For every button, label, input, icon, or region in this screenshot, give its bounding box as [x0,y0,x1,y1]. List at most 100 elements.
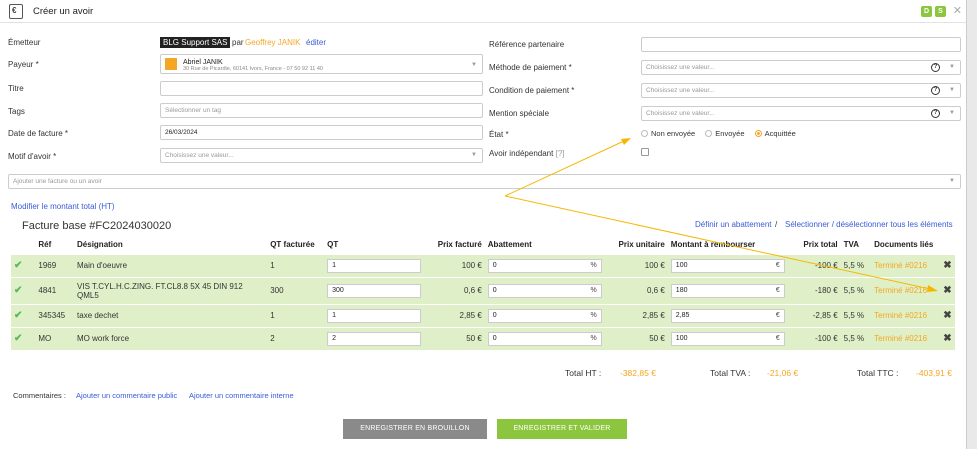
abattement-input[interactable]: 0% [487,283,602,298]
toggle-select-all-link[interactable]: Sélectionner / désélectionner tous les é… [785,220,953,229]
credit-note-icon [9,3,23,19]
independant-checkbox[interactable] [641,148,649,156]
col-qt: QT [324,236,426,254]
reference-label: Référence partenaire [489,40,565,49]
cell-delete[interactable]: ✖ [940,326,955,350]
total-ht-value: -382,85 € [620,368,656,378]
cell-montant: 2,85 € [667,303,790,327]
cell-prix-total: -180 € [789,276,841,304]
help-icon[interactable]: ? [931,109,940,118]
cell-delete[interactable]: ✖ [940,253,955,277]
radio-selected-icon [754,130,762,137]
montant-input[interactable]: 100 € [670,258,785,273]
add-public-comment-link[interactable]: Ajouter un commentaire public [76,391,177,400]
cell-qt-facturee: 1 [267,303,325,327]
mention-label: Mention spéciale [489,109,550,118]
titre-label: Titre [8,84,24,93]
radio-icon [641,130,648,137]
abattement-input[interactable]: 0% [487,258,602,273]
cell-tva: 5,5 % [840,326,872,350]
row-check[interactable]: ✔ [11,326,36,350]
methode-select[interactable]: Choisissez une valeur... ? ▼ [641,60,961,75]
edit-emetteur-link[interactable]: éditer [306,38,326,47]
add-invoice-select[interactable]: Ajouter une facture ou un avoir ▼ [8,174,961,189]
qt-input[interactable]: 2 [327,331,422,346]
col-montant: Montant à rembourser [667,236,790,254]
montant-input[interactable]: 180 € [670,283,785,298]
cell-designation: Main d'oeuvre [74,253,268,277]
montant-input[interactable]: 2,85 € [670,308,785,323]
invoice-lines-table: Réf Désignation QT facturée QT Prix fact… [11,236,955,350]
save-validate-button[interactable]: ENREGISTRER ET VALIDER [497,419,627,439]
cell-prix-total: -2,85 € [789,303,841,327]
delete-icon: ✖ [943,285,952,296]
cell-tva: 5,5 % [840,253,872,277]
emetteur-user-link[interactable]: Geoffrey JANIK [245,38,300,47]
check-icon: ✔ [14,285,23,296]
delete-icon: ✖ [943,310,952,321]
cell-qt-facturee: 2 [267,326,325,350]
table-row[interactable]: ✔ 1969 Main d'oeuvre 1 1 100 € 0% 100 € … [11,253,955,277]
reference-input[interactable] [641,37,961,52]
row-check[interactable]: ✔ [11,303,36,327]
tags-label: Tags [8,107,25,116]
badge-s[interactable]: S [935,6,946,17]
check-icon: ✔ [14,310,23,321]
tags-input[interactable]: Sélectionner un tag [160,103,483,118]
save-draft-button[interactable]: ENREGISTRER EN BROUILLON [343,419,487,439]
abattement-input[interactable]: 0% [487,331,602,346]
row-check[interactable]: ✔ [11,276,36,304]
qt-input[interactable]: 1 [327,308,422,323]
table-row[interactable]: ✔ MO MO work force 2 2 50 € 0% 50 € 100 €… [11,326,955,350]
cell-qt: 1 [324,303,426,327]
modify-total-link[interactable]: Modifier le montant total (HT) [11,202,115,211]
cell-document-link[interactable]: Terminé #0216 [871,303,941,327]
total-tva-value: -21,06 € [767,368,799,378]
cell-document-link[interactable]: Terminé #0216 [871,253,941,277]
help-icon[interactable]: ? [931,86,940,95]
col-prix-total: Prix total [789,236,841,254]
radio-envoyee[interactable]: Envoyée [705,129,744,138]
add-internal-comment-link[interactable]: Ajouter un commentaire interne [189,391,294,400]
independant-label: Avoir indépendant [?] [489,149,565,158]
cell-montant: 180 € [667,276,790,304]
badge-d[interactable]: D [921,6,932,17]
table-row[interactable]: ✔ 345345 taxe dechet 1 1 2,85 € 0% 2,85 … [11,303,955,327]
row-check[interactable]: ✔ [11,253,36,277]
cell-montant: 100 € [667,326,790,350]
cell-delete[interactable]: ✖ [940,276,955,304]
chevron-down-icon: ▼ [471,62,477,68]
table-row[interactable]: ✔ 4841 VIS T.CYL.H.C.ZING. FT.CL8.8 5X 4… [11,276,955,304]
cell-document-link[interactable]: Terminé #0216 [871,326,941,350]
action-separator: / [775,220,778,229]
motif-select[interactable]: Choisissez une valeur... ▼ [160,148,483,163]
condition-select[interactable]: Choisissez une valeur... ? ▼ [641,83,961,98]
cell-document-link[interactable]: Terminé #0216 [871,276,941,304]
radio-non-envoyee[interactable]: Non envoyée [641,129,695,138]
col-documents: Documents liés [871,236,941,254]
payeur-select[interactable]: Abriel JANIK 30 Rue de Picardie, 60141 I… [160,54,483,74]
help-icon[interactable]: ? [931,63,940,72]
date-label: Date de facture * [8,129,69,138]
cell-prix-facture: 0,6 € [425,276,485,304]
date-input[interactable]: 26/03/2024 [160,125,483,140]
qt-input[interactable]: 300 [327,283,422,298]
montant-input[interactable]: 100 € [670,331,785,346]
mention-select[interactable]: Choisissez une valeur... ? ▼ [641,106,961,121]
close-icon[interactable]: ✕ [953,4,962,17]
cell-delete[interactable]: ✖ [940,303,955,327]
cell-abattement: 0% [484,303,607,327]
motif-placeholder: Choisissez une valeur... [165,152,234,159]
col-tva: TVA [840,236,872,254]
total-ht-label: Total HT : [565,368,602,378]
col-prix-unitaire: Prix unitaire [606,236,668,254]
independant-hint[interactable]: [?] [556,149,565,158]
titre-input[interactable] [160,81,483,96]
qt-input[interactable]: 1 [327,258,422,273]
table-header-row: Réf Désignation QT facturée QT Prix fact… [11,236,955,254]
radio-acquittee[interactable]: Acquittée [754,129,796,138]
cell-designation: taxe dechet [74,303,268,327]
abattement-input[interactable]: 0% [487,308,602,323]
define-abattement-link[interactable]: Définir un abattement [695,220,772,229]
cell-prix-facture: 2,85 € [425,303,485,327]
